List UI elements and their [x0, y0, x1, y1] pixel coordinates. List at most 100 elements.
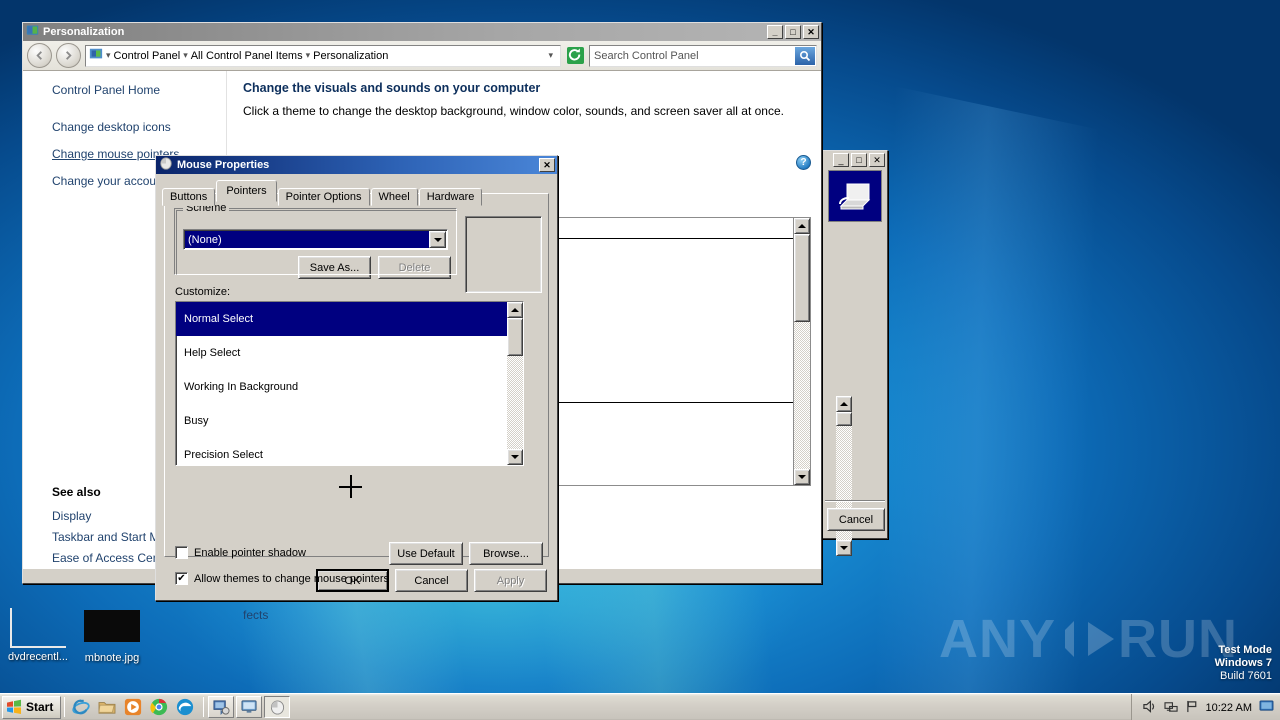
internet-explorer-icon [72, 699, 91, 715]
clock[interactable]: 10:22 AM [1206, 702, 1252, 714]
background-dialog-list-scrollbar[interactable] [836, 396, 852, 556]
address-bar-icon [89, 47, 103, 64]
taskbar-separator [64, 697, 66, 717]
scroll-thumb[interactable] [836, 412, 852, 426]
breadcrumb-chevron-icon-0[interactable]: ▾ [106, 50, 111, 61]
scroll-up-button[interactable] [836, 396, 852, 412]
pointers-tab-panel: Scheme (None) Save As... Delete Customiz… [164, 193, 549, 585]
mouse-properties-titlebar[interactable]: Mouse Properties ✕ [156, 156, 557, 174]
breadcrumb-chevron-icon-1[interactable]: ▾ [183, 50, 188, 61]
quicklaunch-media-player[interactable] [121, 696, 145, 718]
windows-flag-icon [6, 699, 22, 715]
background-dialog-window[interactable]: _ □ ✕ Cancel [822, 150, 888, 556]
cancel-button[interactable]: Cancel [395, 569, 468, 592]
refresh-button[interactable] [565, 46, 585, 66]
mouse-properties-dialog[interactable]: Mouse Properties ✕ Buttons Pointers Poin… [155, 155, 558, 601]
background-dialog-cancel-button[interactable]: Cancel [827, 508, 885, 531]
scheme-combobox[interactable]: (None) [183, 229, 448, 250]
tab-pointers[interactable]: Pointers [216, 180, 277, 202]
list-item[interactable]: Precision Select [176, 438, 507, 465]
minimize-button[interactable]: _ [767, 25, 783, 39]
list-item[interactable]: Working In Background [176, 370, 507, 404]
allow-themes-checkbox[interactable]: ✔ [175, 572, 188, 585]
pointer-preview-box [465, 216, 542, 293]
start-button[interactable]: Start [2, 695, 62, 719]
mouse-properties-tabs[interactable]: Buttons Pointers Pointer Options Wheel H… [162, 180, 557, 206]
scroll-down-button[interactable] [507, 449, 523, 465]
scroll-thumb[interactable] [794, 234, 810, 322]
maximize-button[interactable]: □ [785, 25, 801, 39]
list-item[interactable]: Busy [176, 404, 507, 438]
list-item[interactable]: Normal Select [176, 302, 507, 336]
scroll-up-button[interactable] [507, 302, 523, 318]
search-icon[interactable] [795, 46, 815, 65]
quicklaunch-microsoft-edge[interactable] [173, 696, 197, 718]
sidebar-link-control-panel-home[interactable]: Control Panel Home [52, 83, 226, 97]
breadcrumb-item-2[interactable]: Personalization [313, 50, 388, 62]
desktop-file-mbnote[interactable]: mbnote.jpg [74, 608, 150, 664]
personalization-titlebar[interactable]: Personalization _ □ ✕ [23, 23, 821, 41]
quicklaunch-internet-explorer[interactable] [69, 696, 93, 718]
apply-button[interactable]: Apply [474, 569, 547, 592]
use-default-button[interactable]: Use Default [389, 542, 463, 565]
forward-arrow-icon [66, 51, 72, 60]
volume-icon[interactable] [1142, 699, 1157, 716]
forward-button[interactable] [56, 43, 81, 68]
desktop[interactable]: Re A C File. F C dvdrecentl... [0, 0, 1280, 720]
taskbar-task-display[interactable] [236, 696, 263, 718]
effects-link[interactable]: fects [243, 608, 268, 622]
save-as-button[interactable]: Save As... [298, 256, 371, 279]
close-button[interactable]: ✕ [803, 25, 819, 39]
breadcrumb-chevron-icon-2[interactable]: ▾ [306, 50, 311, 61]
scroll-down-button[interactable] [794, 469, 810, 485]
pointer-list-items[interactable]: Normal Select Help Select Working In Bac… [176, 302, 507, 465]
chevron-down-icon[interactable] [429, 231, 446, 248]
minimize-button[interactable]: _ [833, 153, 849, 167]
scroll-track[interactable] [794, 322, 810, 469]
scroll-thumb[interactable] [507, 318, 523, 356]
back-button[interactable] [27, 43, 52, 68]
breadcrumb-item-0[interactable]: Control Panel [114, 50, 181, 62]
close-button[interactable]: ✕ [539, 158, 555, 172]
quicklaunch-windows-explorer[interactable] [95, 696, 119, 718]
system-tray[interactable]: 10:22 AM [1130, 694, 1280, 720]
scroll-down-button[interactable] [836, 540, 852, 556]
maximize-button[interactable]: □ [851, 153, 867, 167]
browse-button[interactable]: Browse... [469, 542, 543, 565]
address-bar[interactable]: ▾ Control Panel ▾ All Control Panel Item… [85, 44, 561, 67]
scroll-up-button[interactable] [794, 218, 810, 234]
pointer-customize-list[interactable]: Normal Select Help Select Working In Bac… [175, 301, 524, 466]
tab-hardware[interactable]: Hardware [418, 188, 483, 206]
anyrun-watermark: ANY RUN [939, 608, 1238, 670]
enable-pointer-shadow-checkbox[interactable] [175, 546, 188, 559]
mouse-properties-window-buttons[interactable]: ✕ [539, 158, 555, 172]
explorer-navigation-bar[interactable]: ▾ Control Panel ▾ All Control Panel Item… [23, 41, 821, 71]
taskbar-task-personalization[interactable] [208, 696, 235, 718]
scroll-track[interactable] [507, 356, 523, 449]
search-box[interactable]: Search Control Panel [589, 44, 817, 67]
background-dialog-window-buttons[interactable]: _ □ ✕ [833, 153, 885, 167]
personalization-window-icon [26, 24, 39, 40]
pointer-list-scrollbar[interactable] [507, 302, 523, 465]
action-center-flag-icon[interactable] [1186, 700, 1199, 716]
tab-pointer-options[interactable]: Pointer Options [277, 188, 370, 206]
address-history-dropdown-icon[interactable]: ▾ [548, 50, 553, 61]
desktop-file-dvdrecentl[interactable]: dvdrecentl... [0, 608, 76, 663]
network-icon[interactable] [1163, 700, 1179, 716]
close-button[interactable]: ✕ [869, 153, 885, 167]
quicklaunch-google-chrome[interactable] [147, 696, 171, 718]
tab-wheel[interactable]: Wheel [370, 188, 418, 206]
help-icon[interactable]: ? [796, 155, 811, 170]
taskbar-task-mouse-properties[interactable] [264, 696, 291, 718]
sidebar-link-change-desktop-icons[interactable]: Change desktop icons [52, 120, 226, 134]
breadcrumb-item-1[interactable]: All Control Panel Items [191, 50, 303, 62]
taskbar[interactable]: Start 10:22 AM [0, 693, 1280, 720]
show-desktop-icon[interactable] [1259, 699, 1274, 716]
list-item[interactable]: Help Select [176, 336, 507, 370]
delete-button[interactable]: Delete [378, 256, 451, 279]
allow-themes-row[interactable]: ✔ Allow themes to change mouse pointers [175, 572, 389, 585]
enable-pointer-shadow-row[interactable]: Enable pointer shadow [175, 546, 306, 559]
personalization-window-buttons[interactable]: _ □ ✕ [767, 25, 819, 39]
tab-buttons[interactable]: Buttons [162, 188, 216, 206]
themes-scrollbar[interactable] [793, 218, 810, 485]
